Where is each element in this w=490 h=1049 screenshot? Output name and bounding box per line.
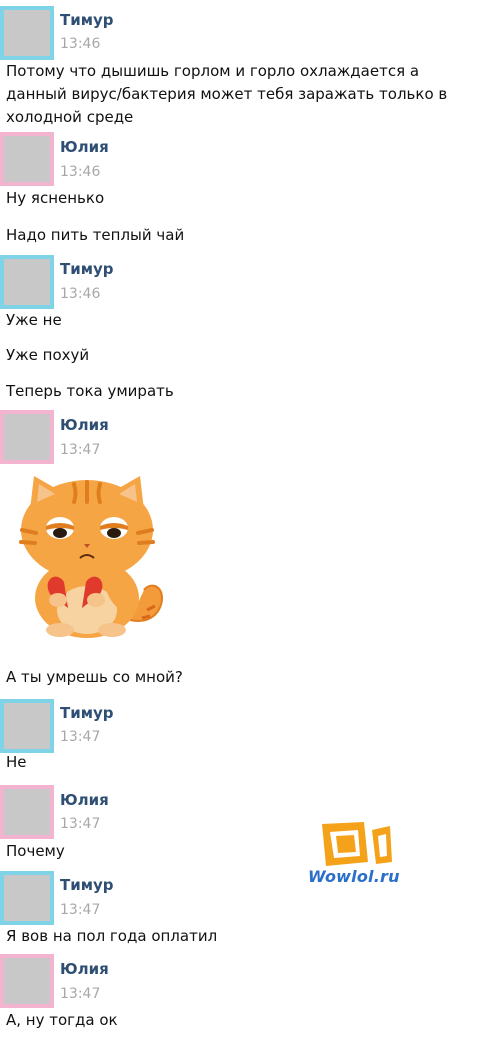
avatar[interactable] — [0, 699, 54, 753]
message-text: Не — [6, 753, 27, 771]
sender-name[interactable]: Тимур — [60, 876, 114, 894]
message-text: Уже не — [6, 311, 62, 329]
message-text: Теперь тока умирать — [6, 382, 174, 400]
avatar[interactable] — [0, 132, 54, 186]
sender-name[interactable]: Юлия — [60, 138, 109, 156]
message-time: 13:47 — [60, 986, 101, 1002]
message-text: А, ну тогда ок — [6, 1011, 118, 1029]
sender-name[interactable]: Тимур — [60, 11, 114, 29]
message-time: 13:47 — [60, 816, 101, 832]
sender-name[interactable]: Юлия — [60, 791, 109, 809]
message-time: 13:47 — [60, 902, 101, 918]
message-text: Почему — [6, 842, 65, 860]
avatar[interactable] — [0, 785, 54, 839]
sad-cat-broken-heart-sticker[interactable] — [12, 470, 172, 640]
avatar[interactable] — [0, 410, 54, 464]
avatar[interactable] — [0, 954, 54, 1008]
message-text: Уже похуй — [6, 346, 90, 364]
message-time: 13:47 — [60, 729, 101, 745]
watermark-text: Wowlol.ru — [308, 867, 400, 886]
message-text: А ты умрешь со мной? — [6, 668, 183, 686]
sender-name[interactable]: Тимур — [60, 260, 114, 278]
message-text: Я вов на пол года оплатил — [6, 927, 218, 945]
message-time: 13:46 — [60, 164, 101, 180]
message-time: 13:46 — [60, 286, 101, 302]
avatar[interactable] — [0, 255, 54, 309]
avatar[interactable] — [0, 871, 54, 925]
message-text: Потому что дышишь горлом и горло охлажда… — [6, 62, 448, 126]
message-time: 13:47 — [60, 442, 101, 458]
message-text: Надо пить теплый чай — [6, 226, 185, 244]
sender-name[interactable]: Тимур — [60, 704, 114, 722]
sender-name[interactable]: Юлия — [60, 416, 109, 434]
sender-name[interactable]: Юлия — [60, 960, 109, 978]
message-text: Ну ясненько — [6, 189, 105, 207]
message-time: 13:46 — [60, 36, 101, 52]
avatar[interactable] — [0, 6, 54, 60]
